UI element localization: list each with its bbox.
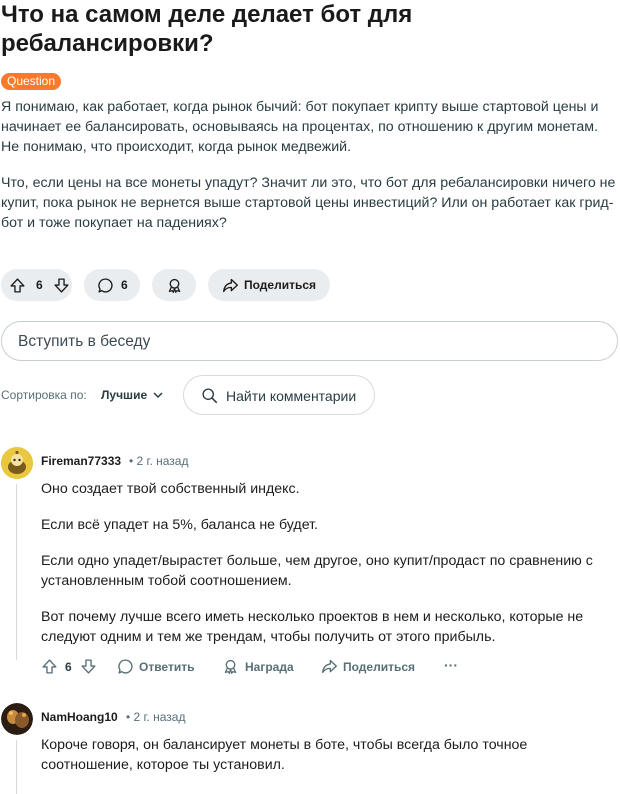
post-flair[interactable]: Question <box>1 73 62 90</box>
post-body-paragraph: Что, если цены на все монеты упадут? Зна… <box>1 175 616 231</box>
comment-paragraph: Если одно упадет/вырастет больше, чем др… <box>41 553 593 589</box>
search-icon <box>201 387 218 404</box>
comment-time: • 2 г. назад <box>129 454 189 468</box>
sort-label: Сортировка по: <box>1 388 87 402</box>
sort-dropdown[interactable]: Лучшие <box>101 388 147 402</box>
reply-label: Ответить <box>139 659 195 674</box>
comments-count: 6 <box>121 278 128 292</box>
comment-icon <box>117 658 134 675</box>
share-button[interactable]: Поделиться <box>321 658 415 675</box>
comment-author[interactable]: Fireman77333 <box>41 454 121 468</box>
upvote-icon[interactable] <box>41 658 58 675</box>
comment-time: • 2 г. назад <box>126 710 186 724</box>
downvote-icon[interactable] <box>53 277 70 294</box>
downvote-icon[interactable] <box>80 658 97 675</box>
award-button[interactable]: Награда <box>222 658 294 675</box>
award-button[interactable] <box>152 269 196 301</box>
share-button[interactable]: Поделиться <box>208 269 330 301</box>
comment-paragraph: Короче говоря, он балансирует монеты в б… <box>41 737 528 773</box>
find-comments-button[interactable]: Найти комментарии <box>183 375 375 415</box>
join-placeholder: Вступить в беседу <box>18 333 151 350</box>
share-label: Поделиться <box>343 659 416 674</box>
avatar[interactable] <box>1 703 33 735</box>
post-body-paragraph: Я понимаю, как работает, когда рынок быч… <box>1 99 599 155</box>
chevron-down-icon[interactable] <box>152 389 164 401</box>
award-icon <box>222 658 239 675</box>
award-label: Награда <box>245 659 294 674</box>
post-title: Что на самом деле делает бот для ребалан… <box>1 1 413 57</box>
reply-button[interactable]: Ответить <box>117 658 194 675</box>
comment-vote-count: 6 <box>65 660 72 674</box>
comment-icon <box>97 277 114 294</box>
upvote-icon[interactable] <box>9 277 26 294</box>
comment-author[interactable]: NamHoang10 <box>41 710 118 724</box>
comments-button[interactable]: 6 <box>84 269 140 301</box>
thread-line[interactable] <box>16 740 17 794</box>
comment-paragraph: Если всё упадет на 5%, баланса не будет. <box>41 517 318 533</box>
thread-line[interactable] <box>16 484 17 660</box>
vote-pill: 6 <box>1 269 72 301</box>
vote-count: 6 <box>36 278 43 292</box>
share-label: Поделиться <box>244 278 317 292</box>
share-icon <box>222 277 239 294</box>
avatar[interactable] <box>1 447 33 479</box>
comment-paragraph: Вот почему лучше всего иметь несколько п… <box>41 609 584 645</box>
join-conversation-input[interactable]: Вступить в беседу <box>1 321 618 361</box>
award-icon <box>166 277 183 294</box>
find-comments-label: Найти комментарии <box>226 388 357 404</box>
comment-paragraph: Оно создает твой собственный индекс. <box>41 481 300 497</box>
share-icon <box>321 658 338 675</box>
more-icon[interactable]: ··· <box>444 657 458 673</box>
